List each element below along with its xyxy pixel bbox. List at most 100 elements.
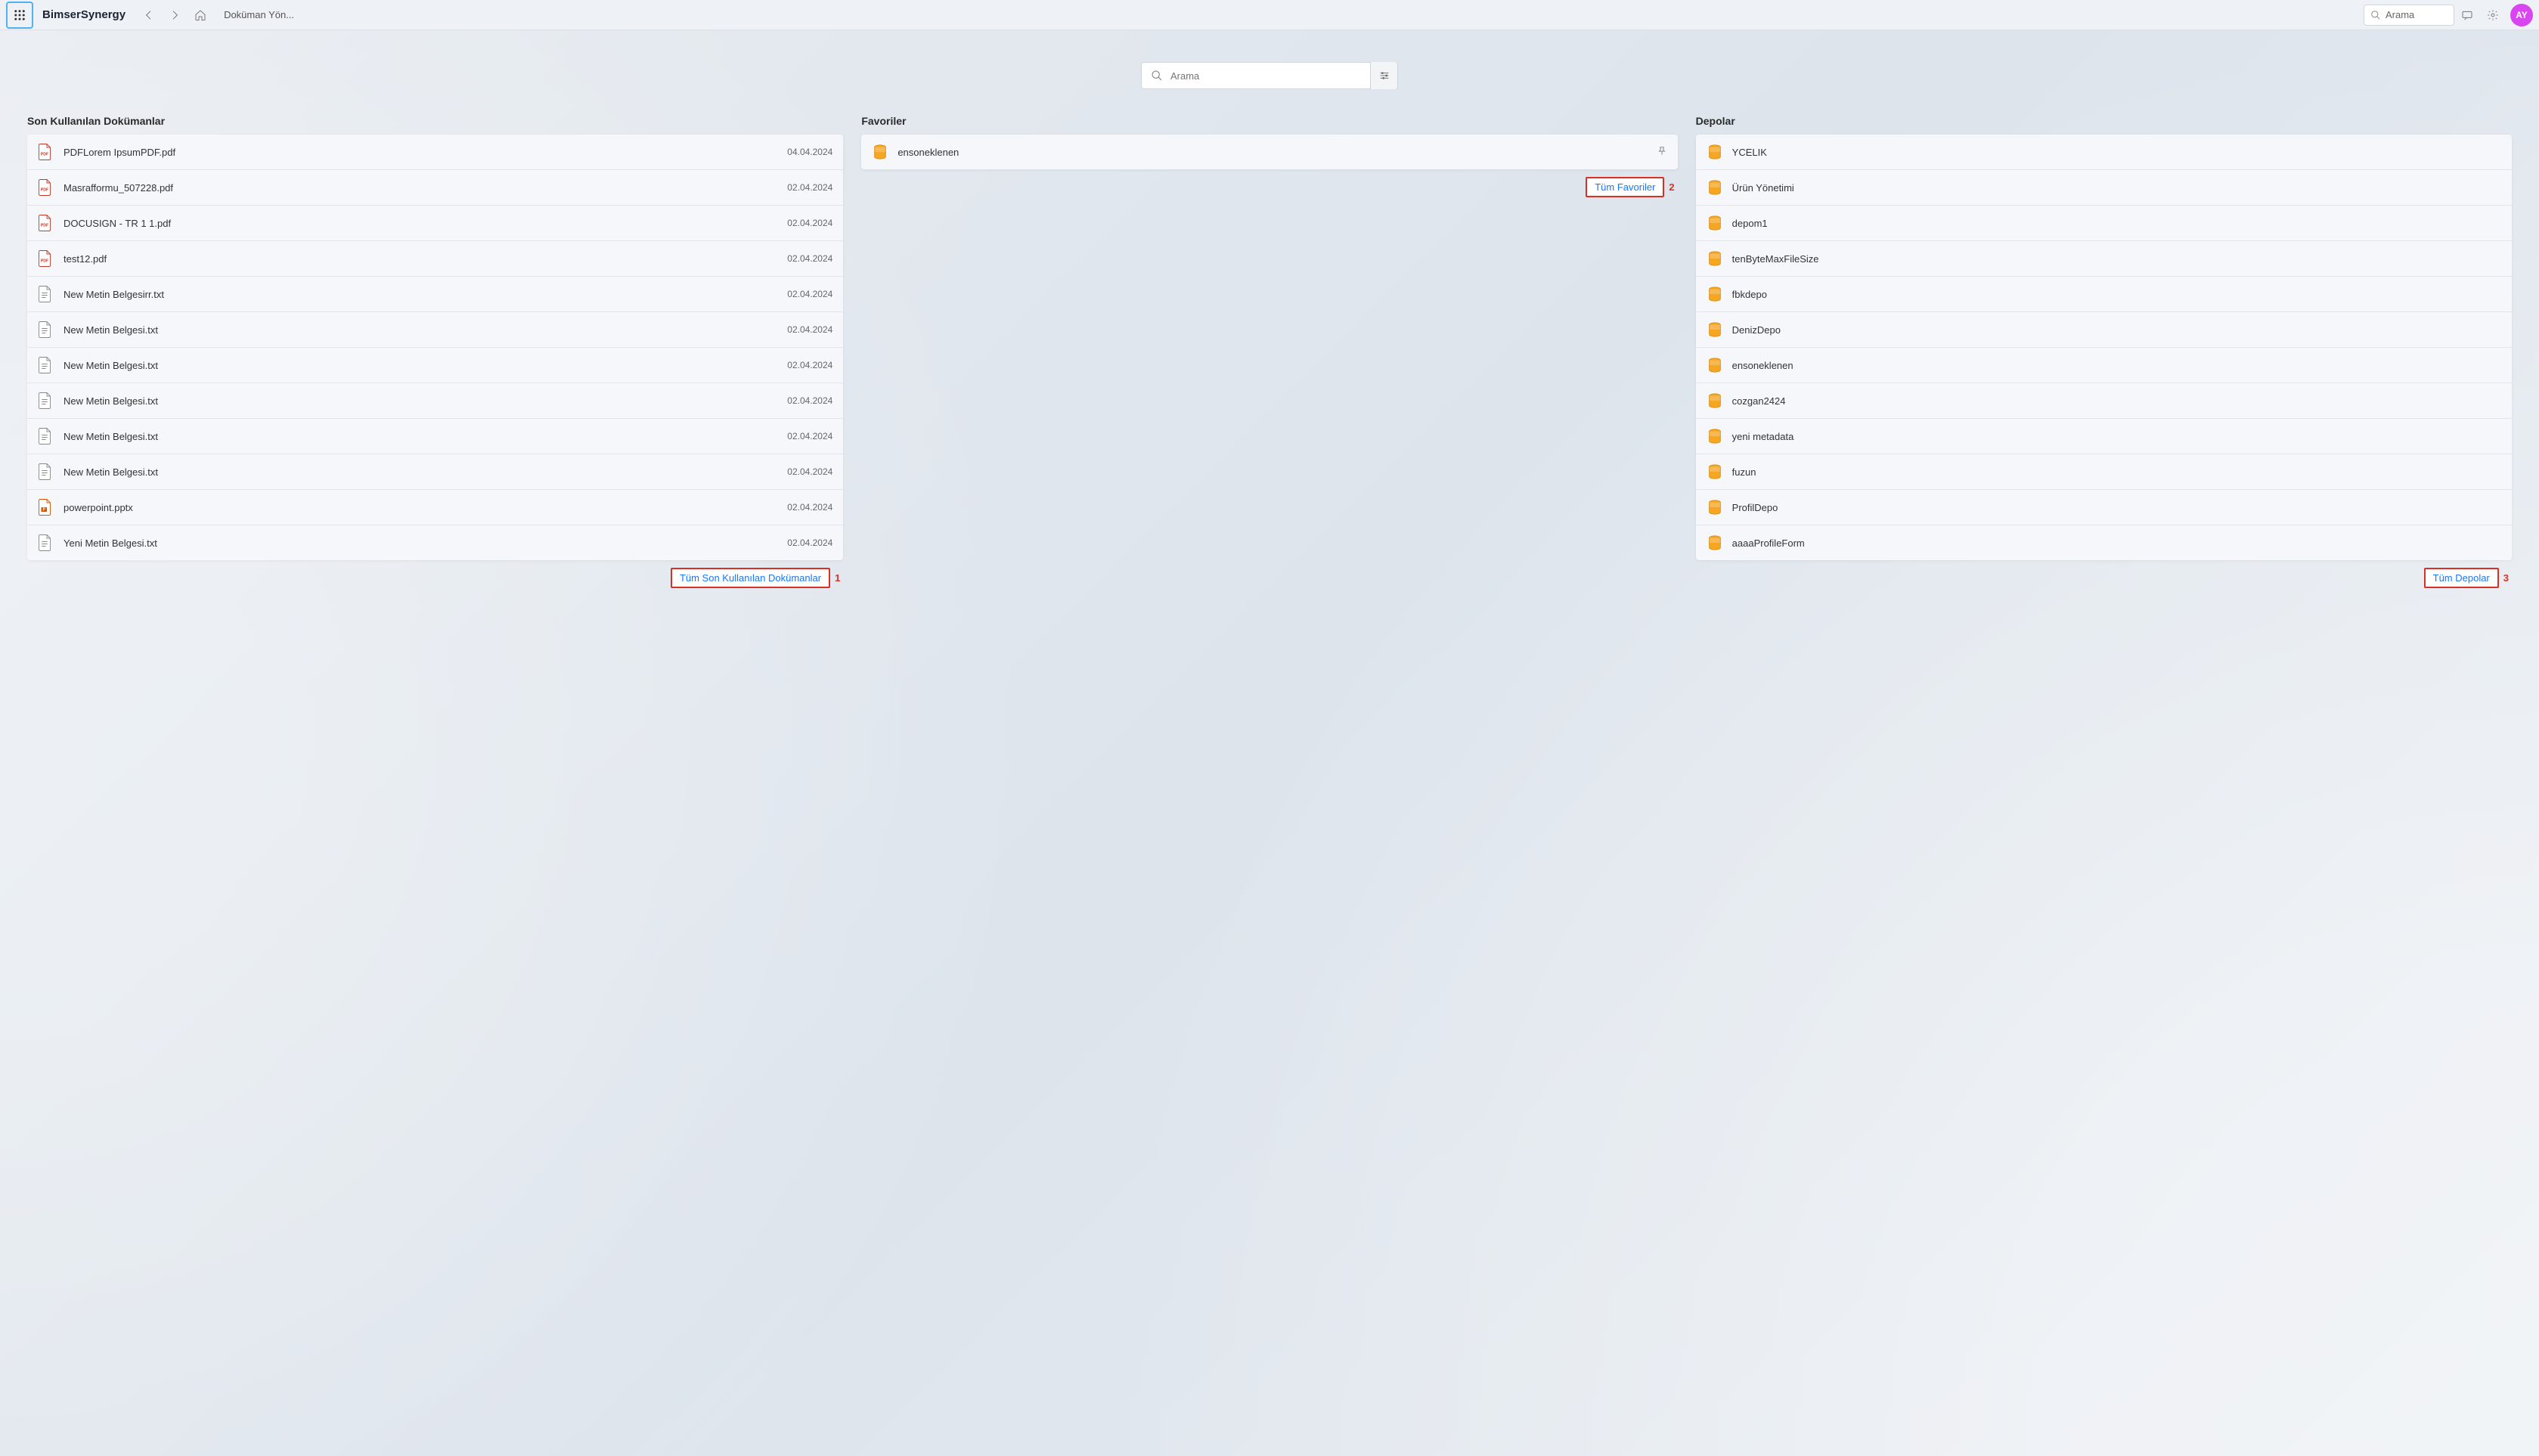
- favorites-list: ensoneklenen: [861, 135, 1677, 169]
- nav-forward-button[interactable]: [162, 2, 188, 28]
- repo-row[interactable]: fuzun: [1696, 454, 2512, 490]
- favorites-column: Favoriler ensoneklenen Tüm Favoriler 2: [861, 115, 1677, 588]
- repo-name: yeni metadata: [1732, 431, 2501, 442]
- database-icon: [1707, 321, 1723, 338]
- repo-row[interactable]: tenByteMaxFileSize: [1696, 241, 2512, 277]
- sliders-icon: [1378, 70, 1390, 82]
- avatar[interactable]: AY: [2510, 4, 2533, 26]
- recent-row[interactable]: Yeni Metin Belgesi.txt02.04.2024: [27, 525, 843, 560]
- file-date: 02.04.2024: [787, 395, 832, 406]
- recent-row[interactable]: New Metin Belgesi.txt02.04.2024: [27, 348, 843, 383]
- file-date: 02.04.2024: [787, 182, 832, 193]
- database-icon: [1707, 463, 1723, 480]
- svg-text:P: P: [42, 508, 45, 513]
- recent-row[interactable]: PDFPDFLorem IpsumPDF.pdf04.04.2024: [27, 135, 843, 170]
- repo-row[interactable]: aaaaProfileForm: [1696, 525, 2512, 560]
- repo-name: cozgan2424: [1732, 395, 2501, 407]
- pdf-icon: PDF: [38, 179, 51, 196]
- arrow-right-icon: [169, 9, 181, 21]
- repo-row[interactable]: DenizDepo: [1696, 312, 2512, 348]
- file-name: New Metin Belgesi.txt: [64, 360, 787, 371]
- file-name: New Metin Belgesi.txt: [64, 431, 787, 442]
- nav-back-button[interactable]: [136, 2, 162, 28]
- search-filter-button[interactable]: [1370, 62, 1397, 89]
- pin-icon: [1657, 146, 1667, 156]
- settings-button[interactable]: [2480, 2, 2506, 28]
- repos-column: Depolar YCELIK Ürün Yönetimidepom1tenByte…: [1696, 115, 2512, 588]
- hero-search-box: [1141, 62, 1398, 89]
- repos-view-all-link[interactable]: Tüm Depolar: [2424, 568, 2499, 588]
- recent-row[interactable]: New Metin Belgesirr.txt02.04.2024: [27, 277, 843, 312]
- recent-row[interactable]: PDFtest12.pdf02.04.2024: [27, 241, 843, 277]
- repos-list: YCELIK Ürün Yönetimidepom1tenByteMaxFileS…: [1696, 135, 2512, 560]
- favorites-view-all-link[interactable]: Tüm Favoriler: [1586, 177, 1664, 197]
- arrow-left-icon: [143, 9, 155, 21]
- file-name: powerpoint.pptx: [64, 502, 787, 513]
- recent-row[interactable]: New Metin Belgesi.txt02.04.2024: [27, 383, 843, 419]
- recent-row[interactable]: PDFDOCUSIGN - TR 1 1.pdf02.04.2024: [27, 206, 843, 241]
- repo-row[interactable]: ensoneklenen: [1696, 348, 2512, 383]
- file-name: DOCUSIGN - TR 1 1.pdf: [64, 218, 787, 229]
- hero-search-input[interactable]: [1170, 70, 1361, 82]
- repo-name: ensoneklenen: [1732, 360, 2501, 371]
- database-icon: [1707, 250, 1723, 267]
- svg-text:PDF: PDF: [41, 224, 49, 228]
- recent-row[interactable]: New Metin Belgesi.txt02.04.2024: [27, 419, 843, 454]
- database-icon: [1707, 428, 1723, 445]
- database-icon: [1707, 215, 1723, 231]
- database-icon: [1707, 499, 1723, 516]
- chat-button[interactable]: [2454, 2, 2480, 28]
- database-icon: [1707, 534, 1723, 551]
- file-date: 02.04.2024: [787, 502, 832, 513]
- favorites-title: Favoriler: [861, 115, 1677, 127]
- repo-name: DenizDepo: [1732, 324, 2501, 336]
- repo-name: aaaaProfileForm: [1732, 537, 2501, 549]
- recent-row[interactable]: New Metin Belgesi.txt02.04.2024: [27, 454, 843, 490]
- txt-icon: [38, 428, 51, 445]
- txt-icon: [38, 357, 51, 373]
- hero-search-area: [0, 62, 2539, 89]
- pdf-icon: PDF: [38, 215, 51, 231]
- file-name: test12.pdf: [64, 253, 787, 265]
- file-date: 02.04.2024: [787, 324, 832, 335]
- database-icon: [1707, 179, 1723, 196]
- file-date: 02.04.2024: [787, 431, 832, 441]
- repo-row[interactable]: YCELIK: [1696, 135, 2512, 170]
- txt-icon: [38, 463, 51, 480]
- repo-row[interactable]: Ürün Yönetimi: [1696, 170, 2512, 206]
- repo-row[interactable]: ProfilDepo: [1696, 490, 2512, 525]
- recent-row[interactable]: PDFMasrafformu_507228.pdf02.04.2024: [27, 170, 843, 206]
- txt-icon: [38, 534, 51, 551]
- repos-title: Depolar: [1696, 115, 2512, 127]
- recent-row[interactable]: Ppowerpoint.pptx02.04.2024: [27, 490, 843, 525]
- file-name: Yeni Metin Belgesi.txt: [64, 537, 787, 549]
- repo-row[interactable]: cozgan2424: [1696, 383, 2512, 419]
- annotation-1: 1: [835, 572, 840, 584]
- repo-name: YCELIK: [1732, 147, 2501, 158]
- repo-name: ProfilDepo: [1732, 502, 2501, 513]
- brand-label: BimserSynergy: [42, 8, 126, 21]
- repo-row[interactable]: yeni metadata: [1696, 419, 2512, 454]
- recent-title: Son Kullanılan Dokümanlar: [27, 115, 843, 127]
- home-button[interactable]: [188, 2, 213, 28]
- content-columns: Son Kullanılan Dokümanlar PDFPDFLorem Ip…: [0, 89, 2539, 603]
- file-name: New Metin Belgesi.txt: [64, 395, 787, 407]
- pdf-icon: PDF: [38, 144, 51, 160]
- app-launcher-button[interactable]: [6, 2, 33, 29]
- favorite-row[interactable]: ensoneklenen: [861, 135, 1677, 169]
- file-date: 02.04.2024: [787, 537, 832, 548]
- recent-view-all-link[interactable]: Tüm Son Kullanılan Dokümanlar: [671, 568, 830, 588]
- top-search-box[interactable]: Arama: [2364, 5, 2454, 26]
- recent-row[interactable]: New Metin Belgesi.txt02.04.2024: [27, 312, 843, 348]
- svg-text:PDF: PDF: [41, 188, 49, 193]
- search-icon: [1151, 70, 1163, 82]
- pin-button[interactable]: [1657, 146, 1667, 159]
- txt-icon: [38, 392, 51, 409]
- repo-row[interactable]: fbkdepo: [1696, 277, 2512, 312]
- txt-icon: [38, 286, 51, 302]
- repo-row[interactable]: depom1: [1696, 206, 2512, 241]
- breadcrumb[interactable]: Doküman Yön...: [224, 9, 294, 20]
- pptx-icon: P: [38, 499, 51, 516]
- database-icon: [1707, 144, 1723, 160]
- pdf-icon: PDF: [38, 250, 51, 267]
